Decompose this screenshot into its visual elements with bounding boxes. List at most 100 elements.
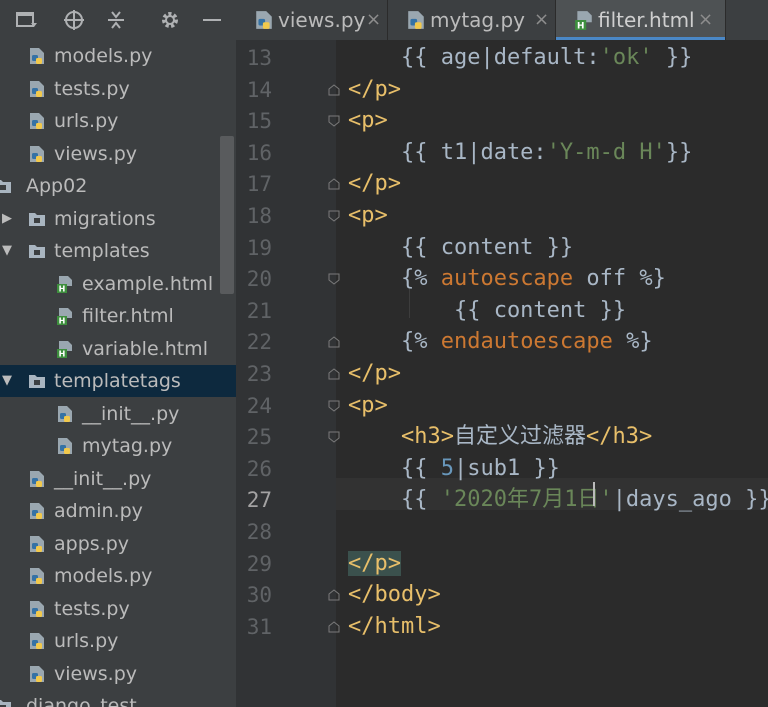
tree-item-views-py[interactable]: views.py xyxy=(0,138,236,170)
code-token: </p> xyxy=(348,76,401,102)
sidebar-scrollbar[interactable] xyxy=(220,136,234,294)
minimize-icon[interactable] xyxy=(200,8,224,32)
tree-item-label: variable.html xyxy=(82,337,208,360)
code-token: 'Y-m-d H' xyxy=(546,139,666,165)
python-file-icon xyxy=(30,665,44,682)
code-line[interactable]: </p> xyxy=(348,548,401,580)
fold-end-icon[interactable] xyxy=(328,621,340,633)
tree-item-label: models.py xyxy=(54,565,153,587)
tab-filter-html[interactable]: Hfilter.html × xyxy=(556,0,726,40)
fold-end-icon[interactable] xyxy=(328,83,340,96)
code-token: 'ok' xyxy=(599,45,653,70)
tree-item-urls-py[interactable]: urls.py xyxy=(0,105,236,137)
tree-item-templatetags[interactable]: ▼ templatetags xyxy=(0,365,236,397)
folder-icon xyxy=(29,245,45,258)
tree-item-urls-py[interactable]: urls.py xyxy=(0,625,236,657)
code-line[interactable]: </p> xyxy=(348,74,401,106)
close-tab-icon[interactable]: × xyxy=(366,0,381,40)
code-line[interactable]: {{ t1|date:'Y-m-d H'}} xyxy=(348,137,692,169)
tab-mytag-py[interactable]: mytag.py × xyxy=(388,0,556,40)
code-token: |sub1 }} xyxy=(453,455,560,481)
code-line[interactable]: {{ age|default:'ok' }} xyxy=(348,42,692,74)
tree-item-label: django_test xyxy=(26,695,137,707)
tree-item-label: example.html xyxy=(82,272,214,295)
code-line[interactable]: {{ 5|sub1 }} xyxy=(348,453,560,485)
collapse-all-icon[interactable] xyxy=(104,8,128,32)
code-line[interactable]: {{ content }} xyxy=(348,232,573,264)
code-line[interactable]: <h3>自定义过滤器</h3> xyxy=(348,421,652,453)
python-file-icon xyxy=(30,80,44,97)
tree-item-migrations[interactable]: ▶ migrations xyxy=(0,203,236,235)
code-token: <p> xyxy=(348,108,388,134)
tab-views-py[interactable]: views.py × xyxy=(236,0,388,40)
line-number: 31 xyxy=(246,614,272,639)
tree-item-views-py[interactable]: views.py xyxy=(0,658,236,690)
gear-icon[interactable] xyxy=(158,8,182,32)
tree-item-label: urls.py xyxy=(54,630,119,652)
line-number: 24 xyxy=(246,393,272,418)
close-tab-icon[interactable]: × xyxy=(698,0,713,40)
tree-item-admin-py[interactable]: admin.py xyxy=(0,495,236,527)
close-tab-icon[interactable]: × xyxy=(534,0,549,40)
code-line[interactable]: </p> xyxy=(348,358,401,390)
tree-item-label: __init__.py xyxy=(54,467,152,490)
code-editor[interactable]: 13 14 15 16 17 18 19 20 21 22 23 24 25 26 27 28 29 30 31 {… xyxy=(236,40,768,707)
project-view-icon[interactable] xyxy=(14,8,38,32)
code-token: }} xyxy=(665,139,693,165)
code-line[interactable]: <p> xyxy=(348,390,388,422)
code-line[interactable]: {% autoescape off %} xyxy=(348,263,666,295)
code-line[interactable]: <p> xyxy=(348,105,388,137)
code-line[interactable]: {% endautoescape %} xyxy=(348,326,653,358)
tree-item-models-py[interactable]: models.py xyxy=(0,560,236,592)
svg-text:H: H xyxy=(59,317,66,326)
python-file-icon xyxy=(408,11,424,29)
locate-file-icon[interactable] xyxy=(62,8,86,32)
tree-item-tests-py[interactable]: tests.py xyxy=(0,593,236,625)
tab-label: filter.html xyxy=(598,8,695,32)
code-line[interactable]: </body> xyxy=(348,579,441,611)
line-number: 29 xyxy=(246,551,272,576)
code-line[interactable]: </p> xyxy=(348,168,401,200)
fold-start-icon[interactable] xyxy=(328,431,340,443)
fold-start-icon[interactable] xyxy=(328,400,340,412)
code-token: off %} xyxy=(573,266,666,292)
tree-item-variable-html[interactable]: Hvariable.html xyxy=(0,333,236,365)
code-line[interactable]: {{ '2020年7月1日'|days_ago }} xyxy=(348,484,768,516)
python-file-icon xyxy=(58,405,72,422)
fold-end-icon[interactable] xyxy=(328,589,340,601)
project-sidebar: models.py tests.py urls.py views.py App02 ▶ mi… xyxy=(0,0,236,707)
tree-item--init-py[interactable]: __init__.py xyxy=(0,463,236,495)
collapse-arrow-icon[interactable]: ▼ xyxy=(2,235,12,267)
tree-item--init-py[interactable]: __init__.py xyxy=(0,398,236,430)
tree-item-models-py[interactable]: models.py xyxy=(0,40,236,72)
code-token: <p> xyxy=(348,392,388,418)
collapse-arrow-icon[interactable]: ▼ xyxy=(2,365,12,397)
tree-item-django-test[interactable]: django_test xyxy=(0,690,236,707)
tree-item-filter-html[interactable]: Hfilter.html xyxy=(0,300,236,332)
html-file-icon: H xyxy=(57,275,72,293)
tree-item-templates[interactable]: ▼ templates xyxy=(0,235,236,267)
code-line[interactable]: <p> xyxy=(348,200,388,232)
fold-end-icon[interactable] xyxy=(328,178,340,190)
fold-end-icon[interactable] xyxy=(328,368,340,380)
tree-item-label: migrations xyxy=(54,207,156,230)
fold-start-icon[interactable] xyxy=(328,273,340,285)
tree-item-example-html[interactable]: Hexample.html xyxy=(0,268,236,300)
tree-item-tests-py[interactable]: tests.py xyxy=(0,73,236,105)
code-token: </p> xyxy=(348,171,401,197)
folder-icon xyxy=(0,700,11,707)
code-line[interactable]: </html> xyxy=(348,611,441,643)
tree-item-mytag-py[interactable]: mytag.py xyxy=(0,430,236,462)
fold-end-icon[interactable] xyxy=(328,336,340,348)
fold-start-icon[interactable] xyxy=(328,115,340,127)
line-number-gutter: 13 14 15 16 17 18 19 20 21 22 23 24 25 26 27 28 29 30 31 xyxy=(236,40,336,707)
tree-item-apps-py[interactable]: apps.py xyxy=(0,528,236,560)
tree-item-app02[interactable]: App02 xyxy=(0,170,236,202)
expand-arrow-icon[interactable]: ▶ xyxy=(2,203,12,235)
fold-start-icon[interactable] xyxy=(328,210,340,222)
code-line[interactable]: {{ content }} xyxy=(348,295,626,327)
code-token: </html> xyxy=(348,613,441,639)
tab-label: mytag.py xyxy=(430,8,525,32)
python-file-icon xyxy=(30,600,44,617)
code-token: 自定义过滤器 xyxy=(453,424,586,450)
